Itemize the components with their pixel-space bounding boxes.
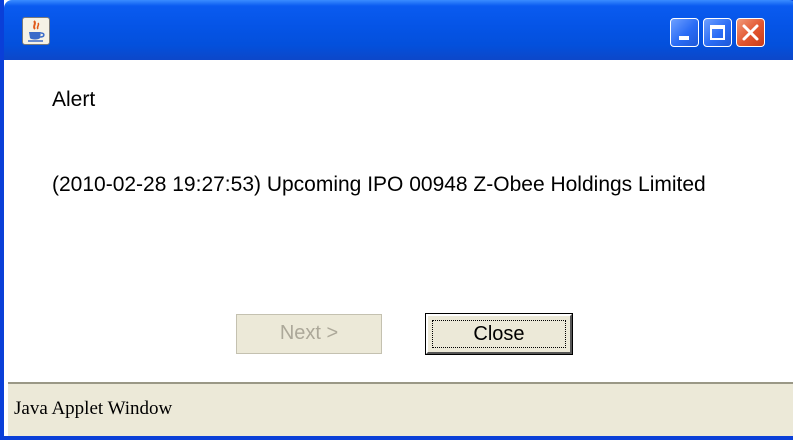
dialog-window: Alert (2010-02-28 19:27:53) Upcoming IPO… bbox=[0, 0, 793, 440]
close-window-button[interactable] bbox=[736, 18, 765, 47]
title-bar[interactable] bbox=[4, 0, 793, 60]
next-button-label: Next > bbox=[279, 322, 339, 344]
close-icon bbox=[742, 24, 759, 41]
close-button[interactable]: Close bbox=[425, 313, 573, 355]
minimize-icon bbox=[679, 36, 689, 40]
alert-heading: Alert bbox=[52, 88, 96, 111]
java-icon[interactable] bbox=[22, 17, 50, 45]
maximize-button[interactable] bbox=[703, 18, 732, 47]
close-button-label: Close bbox=[473, 323, 525, 345]
dialog-content: Alert (2010-02-28 19:27:53) Upcoming IPO… bbox=[8, 60, 793, 382]
next-button[interactable]: Next > bbox=[236, 314, 382, 354]
minimize-button[interactable] bbox=[670, 18, 699, 47]
status-bar: Java Applet Window bbox=[8, 382, 793, 436]
maximize-icon bbox=[710, 25, 725, 40]
status-bar-text: Java Applet Window bbox=[14, 398, 173, 419]
alert-message: (2010-02-28 19:27:53) Upcoming IPO 00948… bbox=[52, 173, 706, 196]
